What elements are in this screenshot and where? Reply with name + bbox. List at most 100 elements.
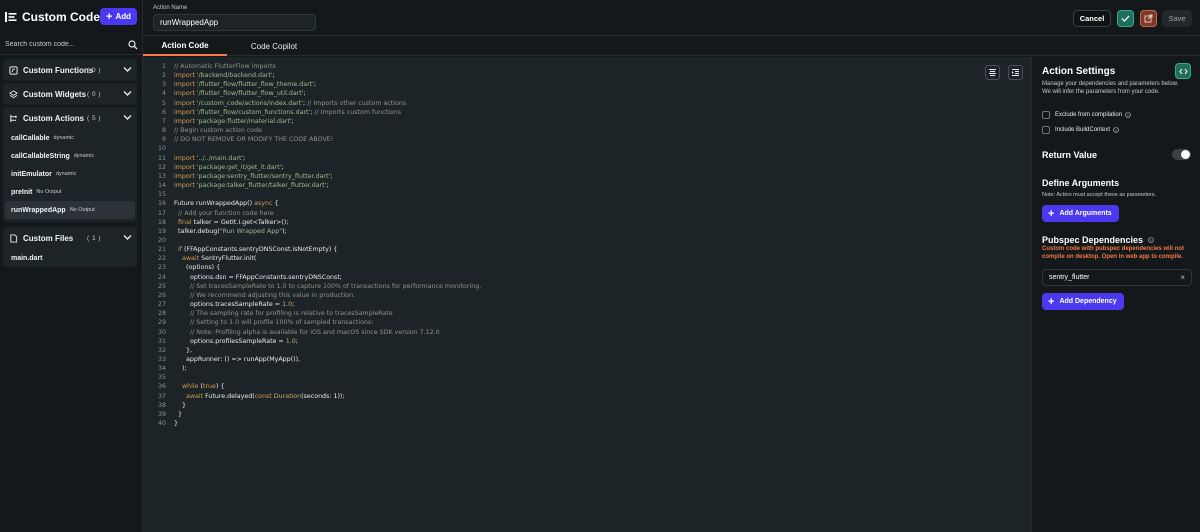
action-name-label: Action Name — [153, 5, 188, 11]
code-line[interactable]: 13 import 'package:sentry_flutter/sentry_… — [151, 172, 481, 181]
dependency-field[interactable]: sentry_flutter × — [1042, 269, 1192, 286]
code-line[interactable]: 9 // DO NOT REMOVE OR MODIFY THE CODE ABO… — [151, 135, 481, 144]
chevron-down-icon[interactable] — [123, 90, 132, 97]
exclude-compilation-checkbox[interactable] — [1042, 111, 1050, 119]
include-buildcontext-checkbox[interactable] — [1042, 126, 1050, 134]
code-line[interactable]: 37 await Future.delayed(const Duration(s… — [151, 392, 481, 401]
include-buildcontext-row: Include BuildContext — [1042, 126, 1119, 134]
list-item-action[interactable]: initEmulator dynamic — [5, 165, 135, 183]
group-custom-actions: Custom Actions ( 5 ) callCallable dynami… — [3, 107, 137, 222]
code-line[interactable]: 36 while (true) { — [151, 382, 481, 391]
editor-tabs: Action Code Code Copilot — [143, 36, 1200, 56]
code-line[interactable]: 27 options.tracesSampleRate = 1.0; — [151, 300, 481, 309]
line-number: 30 — [157, 328, 166, 336]
code-token: '../../main.dart' — [196, 154, 244, 162]
chevron-down-icon[interactable] — [123, 234, 132, 241]
info-icon[interactable] — [1125, 112, 1131, 118]
code-line[interactable]: 20 — [151, 236, 481, 245]
code-line[interactable]: 1 // Automatic FlutterFlow imports — [151, 62, 481, 71]
search-icon[interactable] — [128, 39, 138, 50]
code-line[interactable]: 33 appRunner: () => runApp(MyApp()), — [151, 355, 481, 364]
add-arguments-button[interactable]: + Add Arguments — [1042, 205, 1119, 222]
code-line[interactable]: 25 // Set tracesSampleRate to 1.0 to cap… — [151, 282, 481, 291]
group-custom-widgets: Custom Widgets ( 0 ) — [3, 83, 137, 105]
list-item-action[interactable]: callCallableString dynamic — [5, 147, 135, 165]
add-dependency-button[interactable]: + Add Dependency — [1042, 293, 1124, 310]
code-token: options.dsn = FFAppConstants.sentryDNSCo… — [174, 273, 342, 281]
code-icon — [1178, 68, 1188, 74]
code-line[interactable]: 30 // Note: Profiling alpha is available… — [151, 328, 481, 337]
list-item-action-selected[interactable]: runWrappedApp No Output — [5, 201, 135, 219]
code-line[interactable]: 16 Future runWrappedApp() async { — [151, 199, 481, 208]
code-line[interactable]: 40} — [151, 419, 481, 428]
chevron-down-icon[interactable] — [123, 66, 132, 73]
code-line[interactable]: 32 }, — [151, 346, 481, 355]
code-line[interactable]: 28 // The sampling rate for profiling is… — [151, 309, 481, 318]
code-line[interactable]: 22 await SentryFlutter.init( — [151, 254, 481, 263]
exclude-compilation-label: Exclude from compilation — [1055, 112, 1123, 118]
code-line[interactable]: 3 import '/flutter_flow/flutter_flow_them… — [151, 80, 481, 89]
code-line[interactable]: 21 if (FFAppConstants.sentryDNSConst.isN… — [151, 245, 481, 254]
code-line[interactable]: 4 import '/flutter_flow/flutter_flow_util… — [151, 89, 481, 98]
cancel-button[interactable]: Cancel — [1073, 10, 1111, 27]
code-line[interactable]: 10 — [151, 144, 481, 153]
pubspec-dependencies-label: Pubspec Dependencies — [1042, 235, 1154, 245]
list-item-file[interactable]: main.dart — [5, 249, 135, 267]
tab-action-code[interactable]: Action Code — [143, 36, 227, 56]
code-line[interactable]: 6 import '/flutter_flow/custom_functions.… — [151, 108, 481, 117]
action-name: callCallableString — [11, 152, 70, 160]
list-item-action[interactable]: preInit No Output — [5, 183, 135, 201]
code-line[interactable]: 35 — [151, 373, 481, 382]
group-count: ( 0 ) — [87, 90, 102, 98]
code-line[interactable]: 34 ); — [151, 364, 481, 373]
line-number: 16 — [157, 200, 166, 208]
remove-dependency-icon[interactable]: × — [1180, 273, 1185, 282]
open-external-button[interactable] — [1140, 10, 1157, 27]
format-code-button[interactable] — [985, 65, 1000, 80]
view-code-button[interactable] — [1175, 63, 1191, 79]
indent-code-button[interactable] — [1008, 65, 1023, 80]
line-number: 21 — [157, 246, 166, 254]
code-content[interactable]: 1 // Automatic FlutterFlow imports 2 import… — [151, 62, 481, 428]
code-line[interactable]: 15 — [151, 190, 481, 199]
code-line[interactable]: 8 // Begin custom action code — [151, 126, 481, 135]
search-input[interactable] — [5, 41, 128, 48]
return-value-toggle[interactable] — [1172, 149, 1191, 160]
info-icon[interactable] — [1147, 237, 1154, 243]
code-line[interactable]: 7 import 'package:flutter/material.dart'; — [151, 117, 481, 126]
code-line[interactable]: 38 } — [151, 401, 481, 410]
action-name-input[interactable] — [153, 14, 316, 31]
code-line[interactable]: 17 // Add your function code here — [151, 209, 481, 218]
check-button[interactable] — [1117, 10, 1134, 27]
code-line[interactable]: 12 import 'package:get_it/get_it.dart'; — [151, 163, 481, 172]
code-line[interactable]: 19 talker.debug("Run Wrapped App"); — [151, 227, 481, 236]
code-line[interactable]: 39 } — [151, 410, 481, 419]
plus-icon: + — [1048, 295, 1055, 308]
code-line[interactable]: 11 import '../../main.dart'; — [151, 154, 481, 163]
tab-code-copilot[interactable]: Code Copilot — [227, 36, 321, 56]
code-line[interactable]: 29 // Setting to 1.0 will profile 100% o… — [151, 318, 481, 327]
code-token: import — [174, 117, 197, 125]
add-custom-code-button[interactable]: + Add — [100, 8, 137, 25]
group-header-custom-widgets[interactable]: Custom Widgets ( 0 ) — [3, 83, 137, 105]
group-header-custom-actions[interactable]: Custom Actions ( 5 ) — [3, 107, 137, 129]
info-icon[interactable] — [1113, 127, 1119, 133]
code-token: } — [174, 401, 187, 409]
save-button[interactable]: Save — [1162, 10, 1192, 27]
code-editor[interactable]: 1 // Automatic FlutterFlow imports 2 import… — [143, 57, 1031, 532]
group-custom-files: Custom Files ( 1 ) main.dart — [3, 227, 137, 267]
line-number: 12 — [157, 163, 166, 171]
code-line[interactable]: 18 final talker = GetIt.I.get<Talker>(); — [151, 218, 481, 227]
code-line[interactable]: 2 import '/backend/backend.dart'; — [151, 71, 481, 80]
group-header-custom-functions[interactable]: Custom Functions ( 0 ) — [3, 59, 137, 81]
code-line[interactable]: 24 options.dsn = FFAppConstants.sentryDN… — [151, 273, 481, 282]
code-line[interactable]: 31 options.profilesSampleRate = 1.0; — [151, 337, 481, 346]
code-line[interactable]: 14 import 'package:talker_flutter/talker_… — [151, 181, 481, 190]
code-line[interactable]: 5 import '/custom_code/actions/index.dart… — [151, 99, 481, 108]
code-token: ; — [281, 163, 284, 171]
chevron-down-icon[interactable] — [123, 114, 132, 121]
list-item-action[interactable]: callCallable dynamic — [5, 129, 135, 147]
code-line[interactable]: 23 (options) { — [151, 263, 481, 272]
group-header-custom-files[interactable]: Custom Files ( 1 ) — [3, 227, 137, 249]
code-line[interactable]: 26 // We recommend adjusting this value … — [151, 291, 481, 300]
